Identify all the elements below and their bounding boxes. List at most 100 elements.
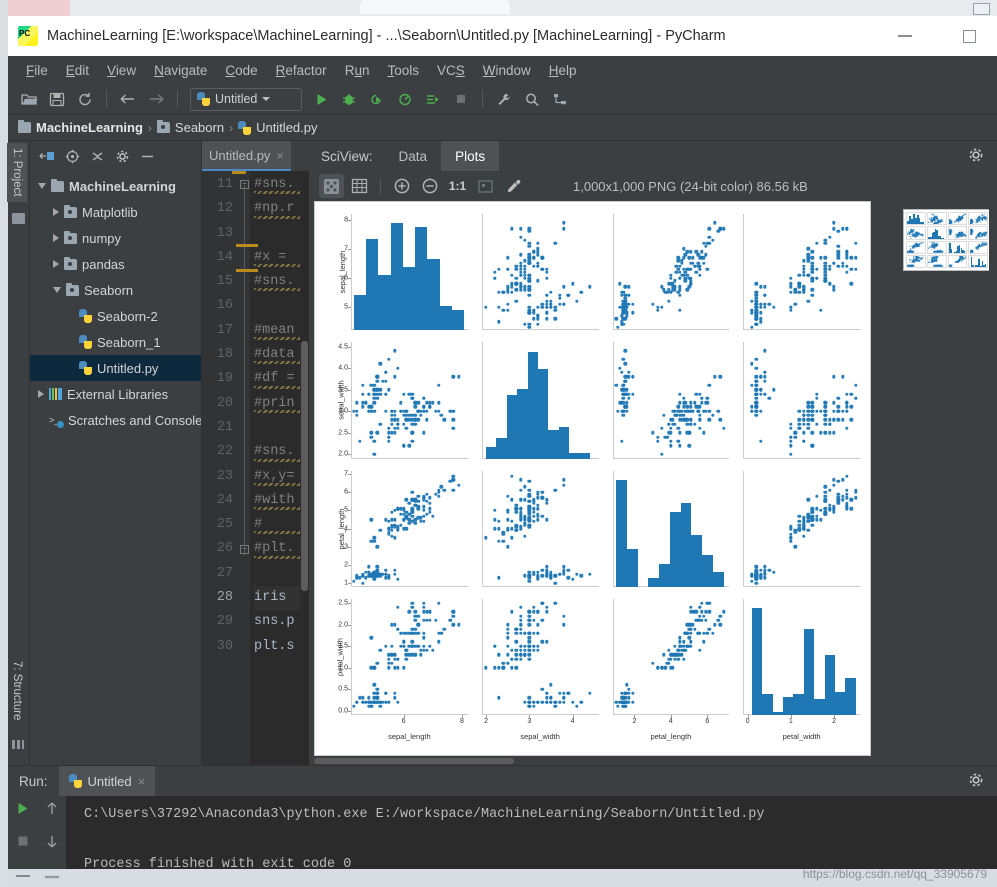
thumbnail-cell xyxy=(906,240,926,254)
ide-body: 1: Project 7: Structure MachineLearning … xyxy=(7,141,997,765)
collapse-all-icon[interactable] xyxy=(86,145,108,167)
save-icon[interactable] xyxy=(44,87,70,111)
editor-scrollbar-thumb[interactable] xyxy=(301,341,308,591)
gear-icon[interactable] xyxy=(967,146,987,166)
collapse-to-target-icon[interactable] xyxy=(36,145,58,167)
chevron-down-icon[interactable] xyxy=(53,287,61,293)
run-coverage-icon[interactable] xyxy=(364,87,390,111)
locate-icon[interactable] xyxy=(61,145,83,167)
scatter-point xyxy=(712,622,717,627)
chevron-right-icon[interactable] xyxy=(38,390,44,398)
project-structure-icon[interactable] xyxy=(547,87,573,111)
tree-item-scratches-and-consoles[interactable]: Scratches and Consoles xyxy=(30,407,201,433)
soft-wrap-icon[interactable] xyxy=(15,866,31,884)
y-axis-tick-mark xyxy=(348,307,351,308)
fit-content-icon[interactable] xyxy=(319,174,344,198)
eyedropper-icon[interactable] xyxy=(501,174,526,198)
tab-data[interactable]: Data xyxy=(385,141,442,171)
menu-item-edit[interactable]: Edit xyxy=(57,60,98,81)
actual-size-button[interactable]: 1:1 xyxy=(445,174,470,198)
tree-item-untitled-py[interactable]: Untitled.py xyxy=(30,355,201,381)
menu-item-vcs[interactable]: VCS xyxy=(428,60,474,81)
zoom-in-icon[interactable] xyxy=(389,174,414,198)
fit-frame-icon[interactable] xyxy=(473,174,498,198)
maximize-button[interactable] xyxy=(947,16,991,56)
minimize-button[interactable] xyxy=(883,16,927,56)
gear-icon[interactable] xyxy=(967,771,987,791)
tab-run-untitled[interactable]: Untitled × xyxy=(58,766,156,796)
menu-item-refactor[interactable]: Refactor xyxy=(267,60,336,81)
chevron-right-icon[interactable] xyxy=(53,234,59,242)
hide-icon[interactable] xyxy=(136,145,158,167)
wrench-icon[interactable] xyxy=(491,87,517,111)
tree-item-external-libraries[interactable]: External Libraries xyxy=(30,381,201,407)
tree-item-pandas[interactable]: pandas xyxy=(30,251,201,277)
plot-thumbnail-panel[interactable] xyxy=(903,209,991,271)
sidebar-item-structure[interactable]: 7: Structure xyxy=(7,656,27,725)
arrow-left-icon[interactable] xyxy=(115,87,141,111)
close-icon[interactable]: × xyxy=(138,774,146,789)
arrow-up-icon[interactable] xyxy=(45,801,59,821)
tree-item-matplotlib[interactable]: Matplotlib xyxy=(30,199,201,225)
chevron-down-icon[interactable] xyxy=(38,183,46,189)
sciview-vertical-scrollbar[interactable] xyxy=(989,201,997,765)
thumbnail-point xyxy=(980,221,982,223)
chevron-right-icon[interactable] xyxy=(53,260,59,268)
plot-axes: 2 4 6 petal_length xyxy=(612,598,730,741)
tab-untitled-py[interactable]: Untitled.py × xyxy=(202,141,292,171)
tree-item-seaborn[interactable]: Seaborn xyxy=(30,277,201,303)
sciview-horizontal-scrollbar[interactable] xyxy=(314,757,989,765)
profile-icon[interactable] xyxy=(392,87,418,111)
breadcrumb-item-seaborn[interactable]: Seaborn xyxy=(156,120,224,135)
scatter-point xyxy=(493,270,497,274)
rerun-play-icon[interactable] xyxy=(15,801,30,821)
line-number: 30 xyxy=(216,638,233,654)
tree-item-seaborn-1[interactable]: Seaborn_1 xyxy=(30,329,201,355)
zoom-out-icon[interactable] xyxy=(417,174,442,198)
breadcrumb-item-machinelearning[interactable]: MachineLearning xyxy=(18,120,143,135)
menu-item-help[interactable]: Help xyxy=(540,60,586,81)
menu-item-file[interactable]: File xyxy=(17,60,57,81)
run-console[interactable]: C:\Users\37292\Anaconda3\python.exe E:/w… xyxy=(66,796,997,869)
stop-square-icon[interactable] xyxy=(16,834,30,853)
stop-icon[interactable] xyxy=(448,87,474,111)
sciview-scrollbar-thumb[interactable] xyxy=(314,758,514,764)
tree-item-machinelearning[interactable]: MachineLearning xyxy=(30,173,201,199)
line-number: 12 xyxy=(216,201,233,217)
refresh-icon[interactable] xyxy=(72,87,98,111)
menu-item-code[interactable]: Code xyxy=(216,60,266,81)
wrap-lines-icon[interactable] xyxy=(44,867,60,885)
run-configuration-selector[interactable]: Untitled xyxy=(190,87,302,111)
debug-bug-icon[interactable] xyxy=(336,87,362,111)
tree-item-numpy[interactable]: numpy xyxy=(30,225,201,251)
thumbnail-cell xyxy=(968,212,988,226)
search-icon[interactable] xyxy=(519,87,545,111)
menu-item-view[interactable]: View xyxy=(98,60,145,81)
editor-scrollbar[interactable] xyxy=(300,171,309,765)
pairplot-image[interactable]: 5 6 7 8 sepal_length 2.0 2.5 3.0 3.5 4.0 4.5 sepal_… xyxy=(314,201,871,756)
scatter-point xyxy=(375,396,379,400)
gear-icon[interactable] xyxy=(111,145,133,167)
module-folder-icon xyxy=(64,256,77,270)
scatter-point xyxy=(683,648,688,653)
open-folder-icon[interactable] xyxy=(16,87,42,111)
arrow-down-icon[interactable] xyxy=(45,834,59,854)
run-play-icon[interactable] xyxy=(308,87,334,111)
scatter-point xyxy=(384,379,388,383)
editor-code-area[interactable]: 11 12 13 14 15 16 17 18 19 20 21 22 23 24 25 26 27 28 29 30… xyxy=(202,171,309,765)
chevron-right-icon[interactable] xyxy=(53,208,59,216)
scatter-point xyxy=(823,430,828,435)
fold-gutter[interactable]: −− xyxy=(238,171,250,765)
arrow-right-icon[interactable] xyxy=(143,87,169,111)
menu-item-tools[interactable]: Tools xyxy=(378,60,428,81)
table-grid-icon[interactable] xyxy=(347,174,372,198)
tree-item-seaborn-2[interactable]: Seaborn-2 xyxy=(30,303,201,329)
tab-plots[interactable]: Plots xyxy=(441,141,500,171)
menu-item-window[interactable]: Window xyxy=(474,60,540,81)
menu-item-navigate[interactable]: Navigate xyxy=(145,60,216,81)
sidebar-item-project[interactable]: 1: Project xyxy=(7,143,27,202)
breadcrumb-item-untitled-py[interactable]: Untitled.py xyxy=(238,120,318,135)
close-icon[interactable]: × xyxy=(276,148,284,163)
run-console-icon[interactable] xyxy=(420,87,446,111)
menu-item-run[interactable]: Run xyxy=(336,60,379,81)
